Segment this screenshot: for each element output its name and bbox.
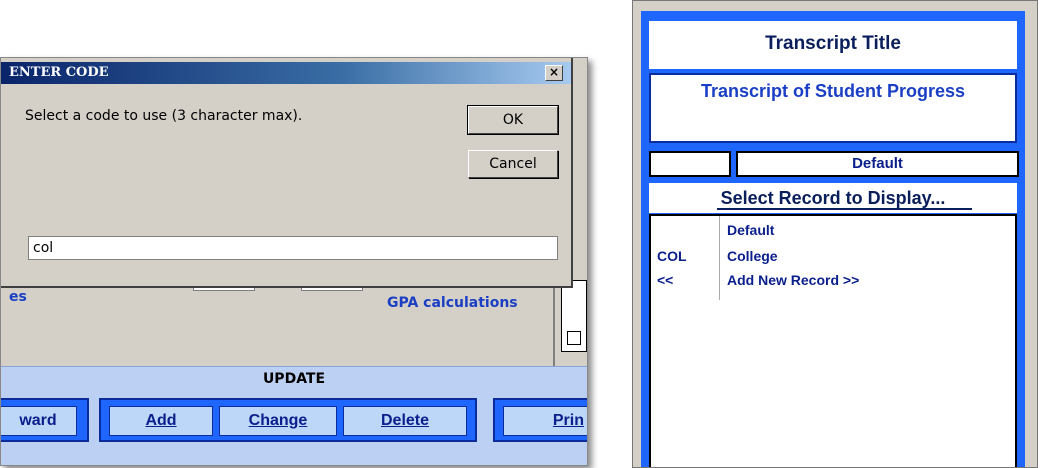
print-button[interactable]: Prin (503, 406, 587, 436)
add-button-label: Add (145, 412, 177, 429)
list-item[interactable]: COL College (651, 248, 1011, 270)
button-strip: ward Add Change Delete Prin (1, 390, 587, 465)
record-name-field[interactable]: Default (736, 151, 1019, 177)
enter-code-screenshot: es GPA calculations UPDATE ward Add Chan… (0, 57, 588, 466)
add-button[interactable]: Add (109, 406, 213, 436)
cancel-button[interactable]: Cancel (468, 150, 558, 178)
dialog-prompt: Select a code to use (3 character max). (25, 108, 303, 124)
delete-button[interactable]: Delete (343, 406, 467, 436)
record-code: COL (657, 248, 687, 264)
record-list[interactable]: Default COL College << Add New Record >> (649, 214, 1017, 467)
print-button-group: Prin (493, 398, 587, 442)
record-name-value: Default (852, 155, 903, 172)
side-checkbox[interactable] (567, 331, 581, 345)
update-bar: UPDATE (1, 366, 587, 391)
forward-button-label: ward (19, 412, 57, 429)
record-name: Default (727, 222, 775, 238)
enter-code-dialog: ENTER CODE × Select a code to use (3 cha… (1, 58, 573, 288)
select-record-label: Select Record to Display... (649, 183, 1017, 213)
dialog-title-bar[interactable]: ENTER CODE × (1, 62, 571, 84)
cancel-button-label: Cancel (489, 156, 537, 172)
list-item[interactable]: << Add New Record >> (651, 272, 1011, 294)
delete-button-label: Delete (380, 412, 430, 429)
dialog-title: ENTER CODE (9, 65, 109, 80)
ok-button[interactable]: OK (467, 105, 559, 135)
transcript-screenshot: Transcript Title Transcript of Student P… (632, 0, 1038, 468)
partial-label: es (9, 289, 27, 305)
code-input[interactable] (28, 236, 558, 260)
transcript-frame: Transcript Title Transcript of Student P… (641, 11, 1025, 467)
record-name: College (727, 248, 778, 264)
update-label: UPDATE (262, 371, 326, 387)
close-button[interactable]: × (545, 65, 563, 81)
ok-button-label: OK (502, 112, 524, 128)
record-name: Add New Record >> (727, 272, 860, 288)
transcript-title-value: Transcript of Student Progress (700, 81, 966, 101)
list-item[interactable]: Default (651, 222, 1011, 244)
transcript-title-heading: Transcript Title (649, 21, 1017, 69)
record-code: << (657, 272, 674, 288)
forward-button-group: ward (1, 398, 89, 442)
print-button-label: Prin (552, 412, 584, 429)
change-button[interactable]: Change (219, 406, 337, 436)
edit-button-group: Add Change Delete (99, 398, 477, 442)
close-icon: × (548, 65, 560, 79)
gpa-calculations-label: GPA calculations (387, 295, 518, 311)
transcript-title-field[interactable]: Transcript of Student Progress (649, 73, 1017, 143)
forward-button[interactable]: ward (1, 406, 77, 436)
record-code-field[interactable] (649, 151, 731, 177)
change-button-label: Change (248, 412, 308, 429)
